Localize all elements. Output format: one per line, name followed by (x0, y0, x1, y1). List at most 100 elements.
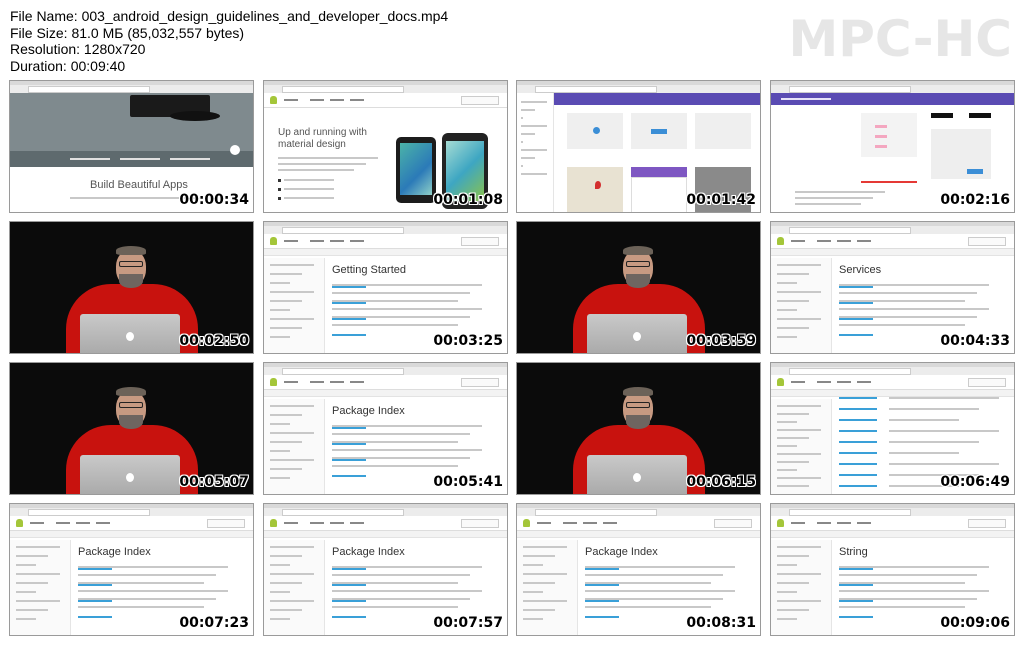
class-link[interactable] (839, 441, 877, 443)
site-nav (771, 375, 1014, 390)
thumbnail[interactable]: 00:03:59 (516, 221, 761, 354)
thumbnail[interactable]: Up and running with material design 00:01… (263, 80, 508, 213)
thumbnail[interactable]: 00:06:15 (516, 362, 761, 495)
thumbnail[interactable]: 00:06:49 (770, 362, 1015, 495)
search-box (461, 378, 499, 387)
address-bar (282, 86, 404, 93)
thumbnail[interactable]: 00:02:16 (770, 80, 1015, 213)
class-link[interactable] (839, 485, 877, 487)
hero-title: Up and running with material design (278, 127, 367, 150)
thumbnail[interactable]: 00:02:50 (9, 221, 254, 354)
sidebar (264, 258, 325, 353)
site-nav (771, 516, 1014, 531)
nav-link (837, 522, 851, 524)
class-link[interactable] (839, 474, 877, 476)
nav-link (857, 381, 871, 383)
android-logo-icon (777, 519, 784, 527)
link-line (839, 334, 873, 336)
class-link[interactable] (839, 419, 877, 421)
text-line (777, 618, 797, 620)
text-line (332, 606, 458, 608)
text-line (270, 282, 290, 284)
timestamp: 00:05:07 (179, 474, 249, 490)
thumbnail[interactable]: Services 00:04:33 (770, 221, 1015, 354)
text-line (523, 582, 555, 584)
text-line (270, 264, 314, 266)
file-info: File Name: 003_android_design_guidelines… (10, 8, 448, 74)
thumbnail[interactable]: Package Index 00:05:41 (263, 362, 508, 495)
text-line (332, 324, 458, 326)
thumbnail[interactable]: Getting Started 00:03:25 (263, 221, 508, 354)
thumbnail[interactable]: Build Beautiful Apps 00:00:34 (9, 80, 254, 213)
link-line (78, 568, 112, 570)
address-bar (789, 368, 911, 375)
link-line (585, 568, 619, 570)
timestamp: 00:00:34 (179, 192, 249, 208)
nav-link (310, 381, 324, 383)
search-box (968, 519, 1006, 528)
header-title (781, 98, 831, 100)
text-line (777, 327, 809, 329)
search-box (968, 237, 1006, 246)
nav-link (791, 381, 805, 383)
class-link[interactable] (839, 430, 877, 432)
address-bar (28, 86, 150, 93)
nav-link (537, 522, 551, 524)
timestamp: 00:03:59 (686, 333, 756, 349)
link-line (839, 616, 873, 618)
sub-nav (771, 390, 1014, 397)
site-nav (771, 234, 1014, 249)
nav-link (857, 522, 871, 524)
sub-nav (264, 390, 507, 397)
class-link[interactable] (839, 452, 877, 454)
presenter-hair (623, 246, 653, 255)
spec-marker (875, 145, 887, 148)
nav-link (284, 522, 298, 524)
nav-link (791, 240, 805, 242)
timestamp: 00:02:16 (940, 192, 1010, 208)
text-line (777, 300, 809, 302)
thumbnail[interactable]: String 00:09:06 (770, 503, 1015, 636)
thumbnail[interactable]: Package Index 00:08:31 (516, 503, 761, 636)
chevron-down-icon[interactable] (230, 145, 240, 155)
text-line (270, 309, 290, 311)
nav-link (817, 522, 831, 524)
text-line (270, 414, 302, 416)
text-line (270, 327, 302, 329)
page-title: Package Index (332, 405, 405, 417)
text-line (777, 421, 797, 423)
address-bar (282, 227, 404, 234)
hero-link (120, 158, 160, 160)
apple-logo-icon (633, 332, 641, 341)
text-line (521, 101, 547, 103)
link-line (332, 318, 366, 320)
class-link[interactable] (839, 408, 877, 410)
text-line (270, 600, 314, 602)
thumbnail[interactable]: Package Index 00:07:57 (263, 503, 508, 636)
glasses (119, 402, 143, 408)
text-line (270, 468, 302, 470)
sub-nav (517, 531, 760, 538)
thumbnail[interactable]: 00:01:42 (516, 80, 761, 213)
site-nav (264, 516, 507, 531)
text-line (16, 582, 48, 584)
class-desc (889, 441, 979, 443)
page-title: String (839, 546, 868, 558)
list-bullet (278, 179, 281, 182)
page-title: Package Index (78, 546, 151, 558)
class-link[interactable] (839, 397, 877, 399)
thumbnail[interactable]: Package Index 00:07:23 (9, 503, 254, 636)
presenter-beard (626, 274, 650, 288)
timestamp: 00:01:08 (433, 192, 503, 208)
text-line (839, 324, 965, 326)
class-desc (889, 463, 999, 465)
text-line (795, 191, 885, 193)
text-line (777, 318, 821, 320)
link-line (839, 302, 873, 304)
text-line (585, 590, 735, 592)
text-line (78, 590, 228, 592)
thumbnail[interactable]: 00:05:07 (9, 362, 254, 495)
text-line (16, 546, 60, 548)
nav-link (330, 240, 344, 242)
class-link[interactable] (839, 463, 877, 465)
